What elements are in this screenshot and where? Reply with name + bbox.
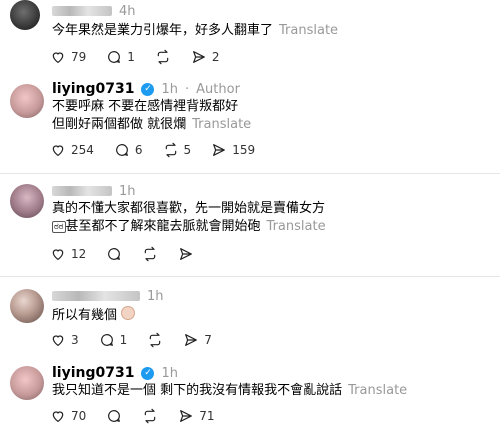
heart-icon [52, 145, 64, 157]
blurred-username[interactable] [52, 6, 112, 16]
comment-count: 1 [127, 50, 135, 64]
post-time: 1h [161, 365, 178, 381]
emoji-glyph: ಠಠ [52, 221, 66, 233]
avatar[interactable] [10, 84, 44, 118]
avatar[interactable] [10, 184, 44, 218]
post-time: 4h [119, 3, 136, 19]
like-count: 70 [71, 409, 87, 423]
post-text: 真的不懂大家都很喜歡，先一開始就是賣備女方 ಠಠ 甚至都不了解來龍去脈就會開始砲 T… [52, 201, 326, 234]
repost-icon [157, 49, 169, 65]
author-reply-post: liying0731 ✓ 1h · Author 不要呼麻 不要在感情裡背叛都好… [0, 78, 500, 173]
send-icon [185, 334, 198, 346]
verified-badge-icon: ✓ [141, 82, 155, 96]
heart-icon [52, 411, 64, 423]
comment-button[interactable]: 1 [106, 49, 135, 65]
repost-icon [145, 246, 156, 262]
blurred-username[interactable] [52, 186, 112, 196]
blurred-username[interactable] [52, 291, 140, 301]
avatar[interactable] [10, 0, 40, 30]
share-count: 2 [211, 50, 220, 64]
comment-count: 6 [134, 143, 143, 157]
reply-post: 1h 真的不懂大家都很喜歡，先一開始就是賣備女方 ಠಠ 甚至都不了解來龍去脈就會開… [0, 178, 500, 268]
comment-button[interactable] [106, 246, 122, 262]
comment-icon [108, 248, 121, 260]
meta-separator: · [185, 81, 190, 97]
translate-link[interactable]: Translate [348, 383, 407, 398]
repost-icon [150, 332, 161, 348]
reply-post: 4h 今年果然是業力引爆年，好多人翻車了 Translate 79 1 2 [0, 0, 500, 75]
post-text: 我只知道不是一個 剩下的我沒有情報我不會亂說話 Translate [52, 383, 408, 398]
translate-link[interactable]: Translate [267, 219, 326, 234]
face-emoji-icon [121, 306, 136, 320]
heart-icon [52, 52, 64, 64]
comment-icon [100, 334, 113, 346]
repost-button[interactable] [155, 49, 171, 65]
like-count: 254 [71, 143, 94, 157]
divider [0, 173, 500, 174]
repost-count: 5 [183, 143, 192, 157]
username[interactable]: liying0731 [52, 365, 134, 381]
share-button[interactable]: 159 [211, 142, 255, 158]
translate-link[interactable]: Translate [192, 117, 251, 132]
like-button[interactable]: 79 [50, 49, 86, 65]
comment-button[interactable] [106, 408, 122, 424]
repost-button[interactable] [147, 332, 163, 348]
share-button[interactable]: 71 [178, 408, 215, 424]
share-count: 7 [204, 333, 212, 347]
repost-icon [145, 408, 156, 424]
username[interactable]: liying0731 [52, 81, 134, 97]
like-count: 12 [71, 247, 87, 261]
heart-icon [52, 335, 64, 347]
like-button[interactable]: 254 [50, 142, 94, 158]
author-label: Author [196, 81, 240, 97]
comment-icon [115, 144, 128, 156]
like-count: 3 [71, 333, 79, 347]
share-button[interactable]: 7 [183, 332, 212, 348]
share-count: 159 [232, 143, 256, 157]
repost-button[interactable]: 5 [163, 142, 192, 158]
repost-button[interactable] [142, 408, 158, 424]
comment-icon [108, 410, 121, 422]
send-icon [180, 410, 193, 422]
comment-button[interactable]: 6 [114, 142, 143, 158]
post-time: 1h [147, 288, 164, 304]
post-text: 今年果然是業力引爆年，好多人翻車了 Translate [52, 23, 339, 38]
post-text: 不要呼麻 不要在感情裡背叛都好 但剛好兩個都做 就很爛 Translate [52, 99, 252, 132]
share-count: 71 [199, 409, 215, 423]
translate-link[interactable]: Translate [279, 23, 338, 38]
comment-count: 1 [119, 333, 128, 347]
repost-button[interactable] [142, 246, 158, 262]
post-time: 1h [119, 183, 136, 199]
send-icon [213, 144, 226, 156]
send-icon [180, 248, 193, 260]
reply-post: 1h 所以有幾個 3 1 7 [0, 285, 500, 355]
comment-icon [108, 51, 121, 63]
heart-icon [52, 249, 64, 261]
divider [0, 276, 500, 277]
author-reply-post: liying0731 ✓ 1h 我只知道不是一個 剩下的我沒有情報我不會亂說話 T… [0, 361, 500, 431]
like-button[interactable]: 3 [50, 332, 79, 348]
avatar[interactable] [10, 289, 44, 323]
post-text: 所以有幾個 [52, 306, 136, 325]
like-button[interactable]: 70 [50, 408, 86, 424]
like-count: 79 [71, 50, 87, 64]
post-time: 1h [161, 81, 178, 97]
comment-button[interactable]: 1 [99, 332, 128, 348]
avatar[interactable] [10, 366, 44, 400]
like-button[interactable]: 12 [50, 246, 86, 262]
repost-icon [165, 142, 176, 158]
share-button[interactable]: 2 [191, 49, 220, 65]
verified-badge-icon: ✓ [141, 366, 155, 380]
share-button[interactable] [178, 246, 194, 262]
send-icon [192, 51, 205, 63]
